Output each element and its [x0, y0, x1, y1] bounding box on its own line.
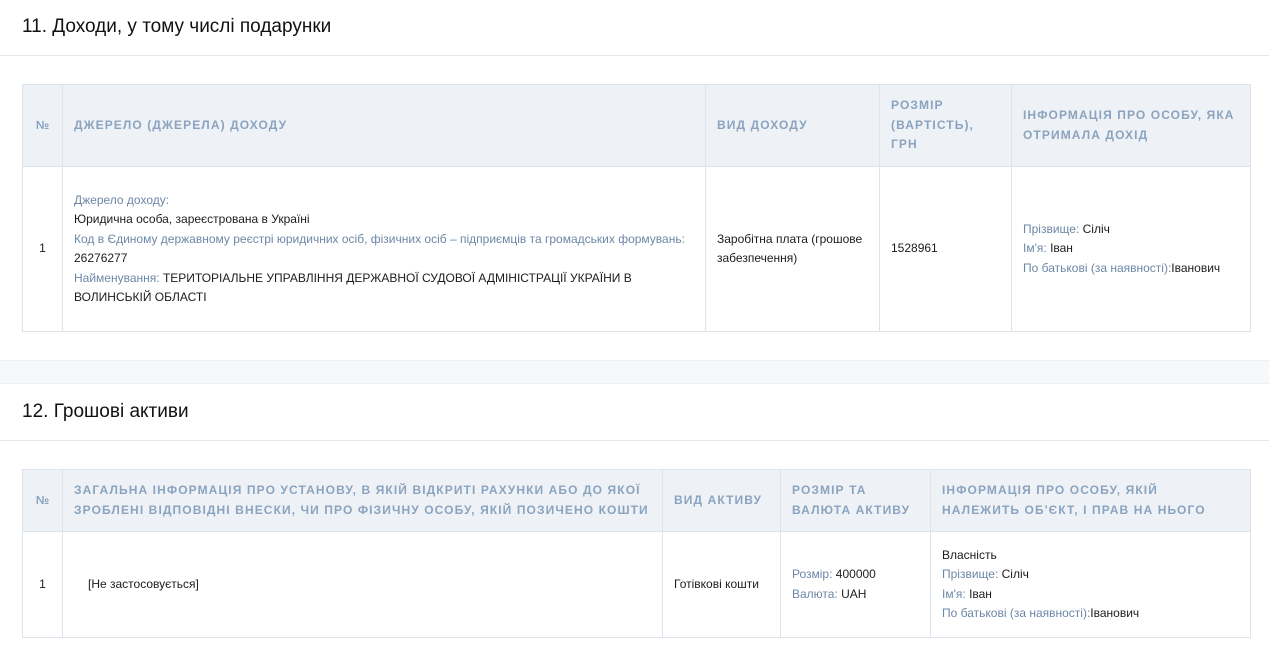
firstname-value: Іван: [969, 586, 992, 601]
source-name-line: Найменування: ТЕРИТОРІАЛЬНЕ УПРАВЛІННЯ Д…: [74, 269, 694, 308]
firstname-label: Ім'я:: [1023, 241, 1047, 256]
table-row: 1 Джерело доходу: Юридична особа, зареєс…: [22, 166, 1251, 332]
col-header-asset-owner: Інформація про особу, якій належить об'є…: [930, 469, 1251, 532]
col-header-income-recipient: Інформація про особу, яка отримала дохід: [1011, 84, 1251, 167]
col-header-income-type: Вид доходу: [705, 84, 880, 167]
asset-amount-cell: Розмір: 400000 Валюта: UAH: [780, 531, 931, 638]
cash-table: № Загальна інформація про установу, в як…: [22, 469, 1251, 638]
firstname-line: Ім'я: Іван: [942, 585, 1239, 605]
code-value: 26276277: [74, 251, 128, 265]
table-row: 1 [Не застосовується] Готівкові кошти Ро…: [22, 531, 1251, 638]
surname-value: Сіліч: [1001, 567, 1029, 581]
size-line: Розмір: 400000: [792, 565, 919, 585]
patronymic-line: По батькові (за наявності):Іванович: [942, 604, 1239, 624]
patronymic-label: По батькові (за наявності):: [1023, 260, 1172, 275]
source-label: Джерело доходу:: [74, 192, 170, 207]
surname-label: Прізвище:: [942, 567, 999, 581]
code-label: Код в Єдиному державному реєстрі юридичн…: [74, 231, 685, 246]
firstname-label: Ім'я:: [942, 586, 966, 601]
income-type-cell: Заробітна плата (грошове забезпечення): [705, 166, 880, 332]
source-kind: Юридична особа, зареєстрована в Україні: [74, 212, 310, 226]
col-header-number: №: [22, 84, 63, 167]
income-source-cell: Джерело доходу: Юридична особа, зареєстр…: [62, 166, 706, 332]
name-label: Найменування:: [74, 270, 160, 285]
surname-label: Прізвище:: [1023, 221, 1080, 236]
patronymic-line: По батькові (за наявності):Іванович: [1023, 259, 1239, 279]
patronymic-value: Іванович: [1090, 606, 1140, 620]
ownership-type: Власність: [942, 547, 997, 562]
currency-value: UAH: [841, 586, 867, 601]
row-number: 1: [22, 166, 63, 332]
income-section-title: 11. Доходи, у тому числі подарунки: [22, 16, 332, 37]
surname-line: Прізвище: Сіліч: [1023, 220, 1239, 240]
asset-owner-cell: Власність Прізвище: Сіліч Ім'я: Іван По …: [931, 532, 1251, 638]
cash-section-title: 12. Грошові активи: [22, 401, 189, 422]
surname-line: Прізвище: Сіліч: [942, 565, 1239, 585]
income-amount-cell: 1528961: [879, 166, 1012, 332]
institution-cell: [Не застосовується]: [62, 531, 663, 638]
income-recipient-cell: Прізвище: Сіліч Ім'я: Іван По батькові (…: [1012, 167, 1251, 332]
col-header-institution: Загальна інформація про установу, в якій…: [62, 469, 663, 532]
surname-value: Сіліч: [1082, 221, 1110, 236]
size-value: 400000: [835, 567, 876, 581]
currency-line: Валюта: UAH: [792, 585, 919, 605]
patronymic-label: По батькові (за наявності):: [942, 606, 1091, 620]
col-header-asset-type: Вид активу: [662, 469, 781, 532]
col-header-number: №: [22, 469, 63, 532]
size-label: Розмір:: [792, 567, 833, 581]
firstname-line: Ім'я: Іван: [1023, 239, 1239, 259]
col-header-income-amount: Розмір (вартість), грн: [879, 84, 1012, 167]
col-header-income-source: Джерело (джерела) доходу: [62, 84, 706, 167]
row-number: 1: [22, 531, 63, 638]
currency-label: Валюта:: [792, 586, 838, 601]
source-code-line: Код в Єдиному державному реєстрі юридичн…: [74, 230, 694, 269]
patronymic-value: Іванович: [1171, 260, 1221, 275]
cash-table-header-row: № Загальна інформація про установу, в як…: [22, 469, 1251, 532]
asset-type-cell: Готівкові кошти: [662, 531, 781, 638]
income-table-header-row: № Джерело (джерела) доходу Вид доходу Ро…: [22, 84, 1251, 167]
col-header-asset-amount: Розмір та валюта активу: [780, 469, 931, 532]
firstname-value: Іван: [1050, 241, 1073, 256]
section-divider: [0, 360, 1269, 384]
cash-section-header: [0, 384, 1269, 441]
income-table: № Джерело (джерела) доходу Вид доходу Ро…: [22, 84, 1251, 332]
not-applicable-text: [Не застосовується]: [88, 576, 199, 591]
